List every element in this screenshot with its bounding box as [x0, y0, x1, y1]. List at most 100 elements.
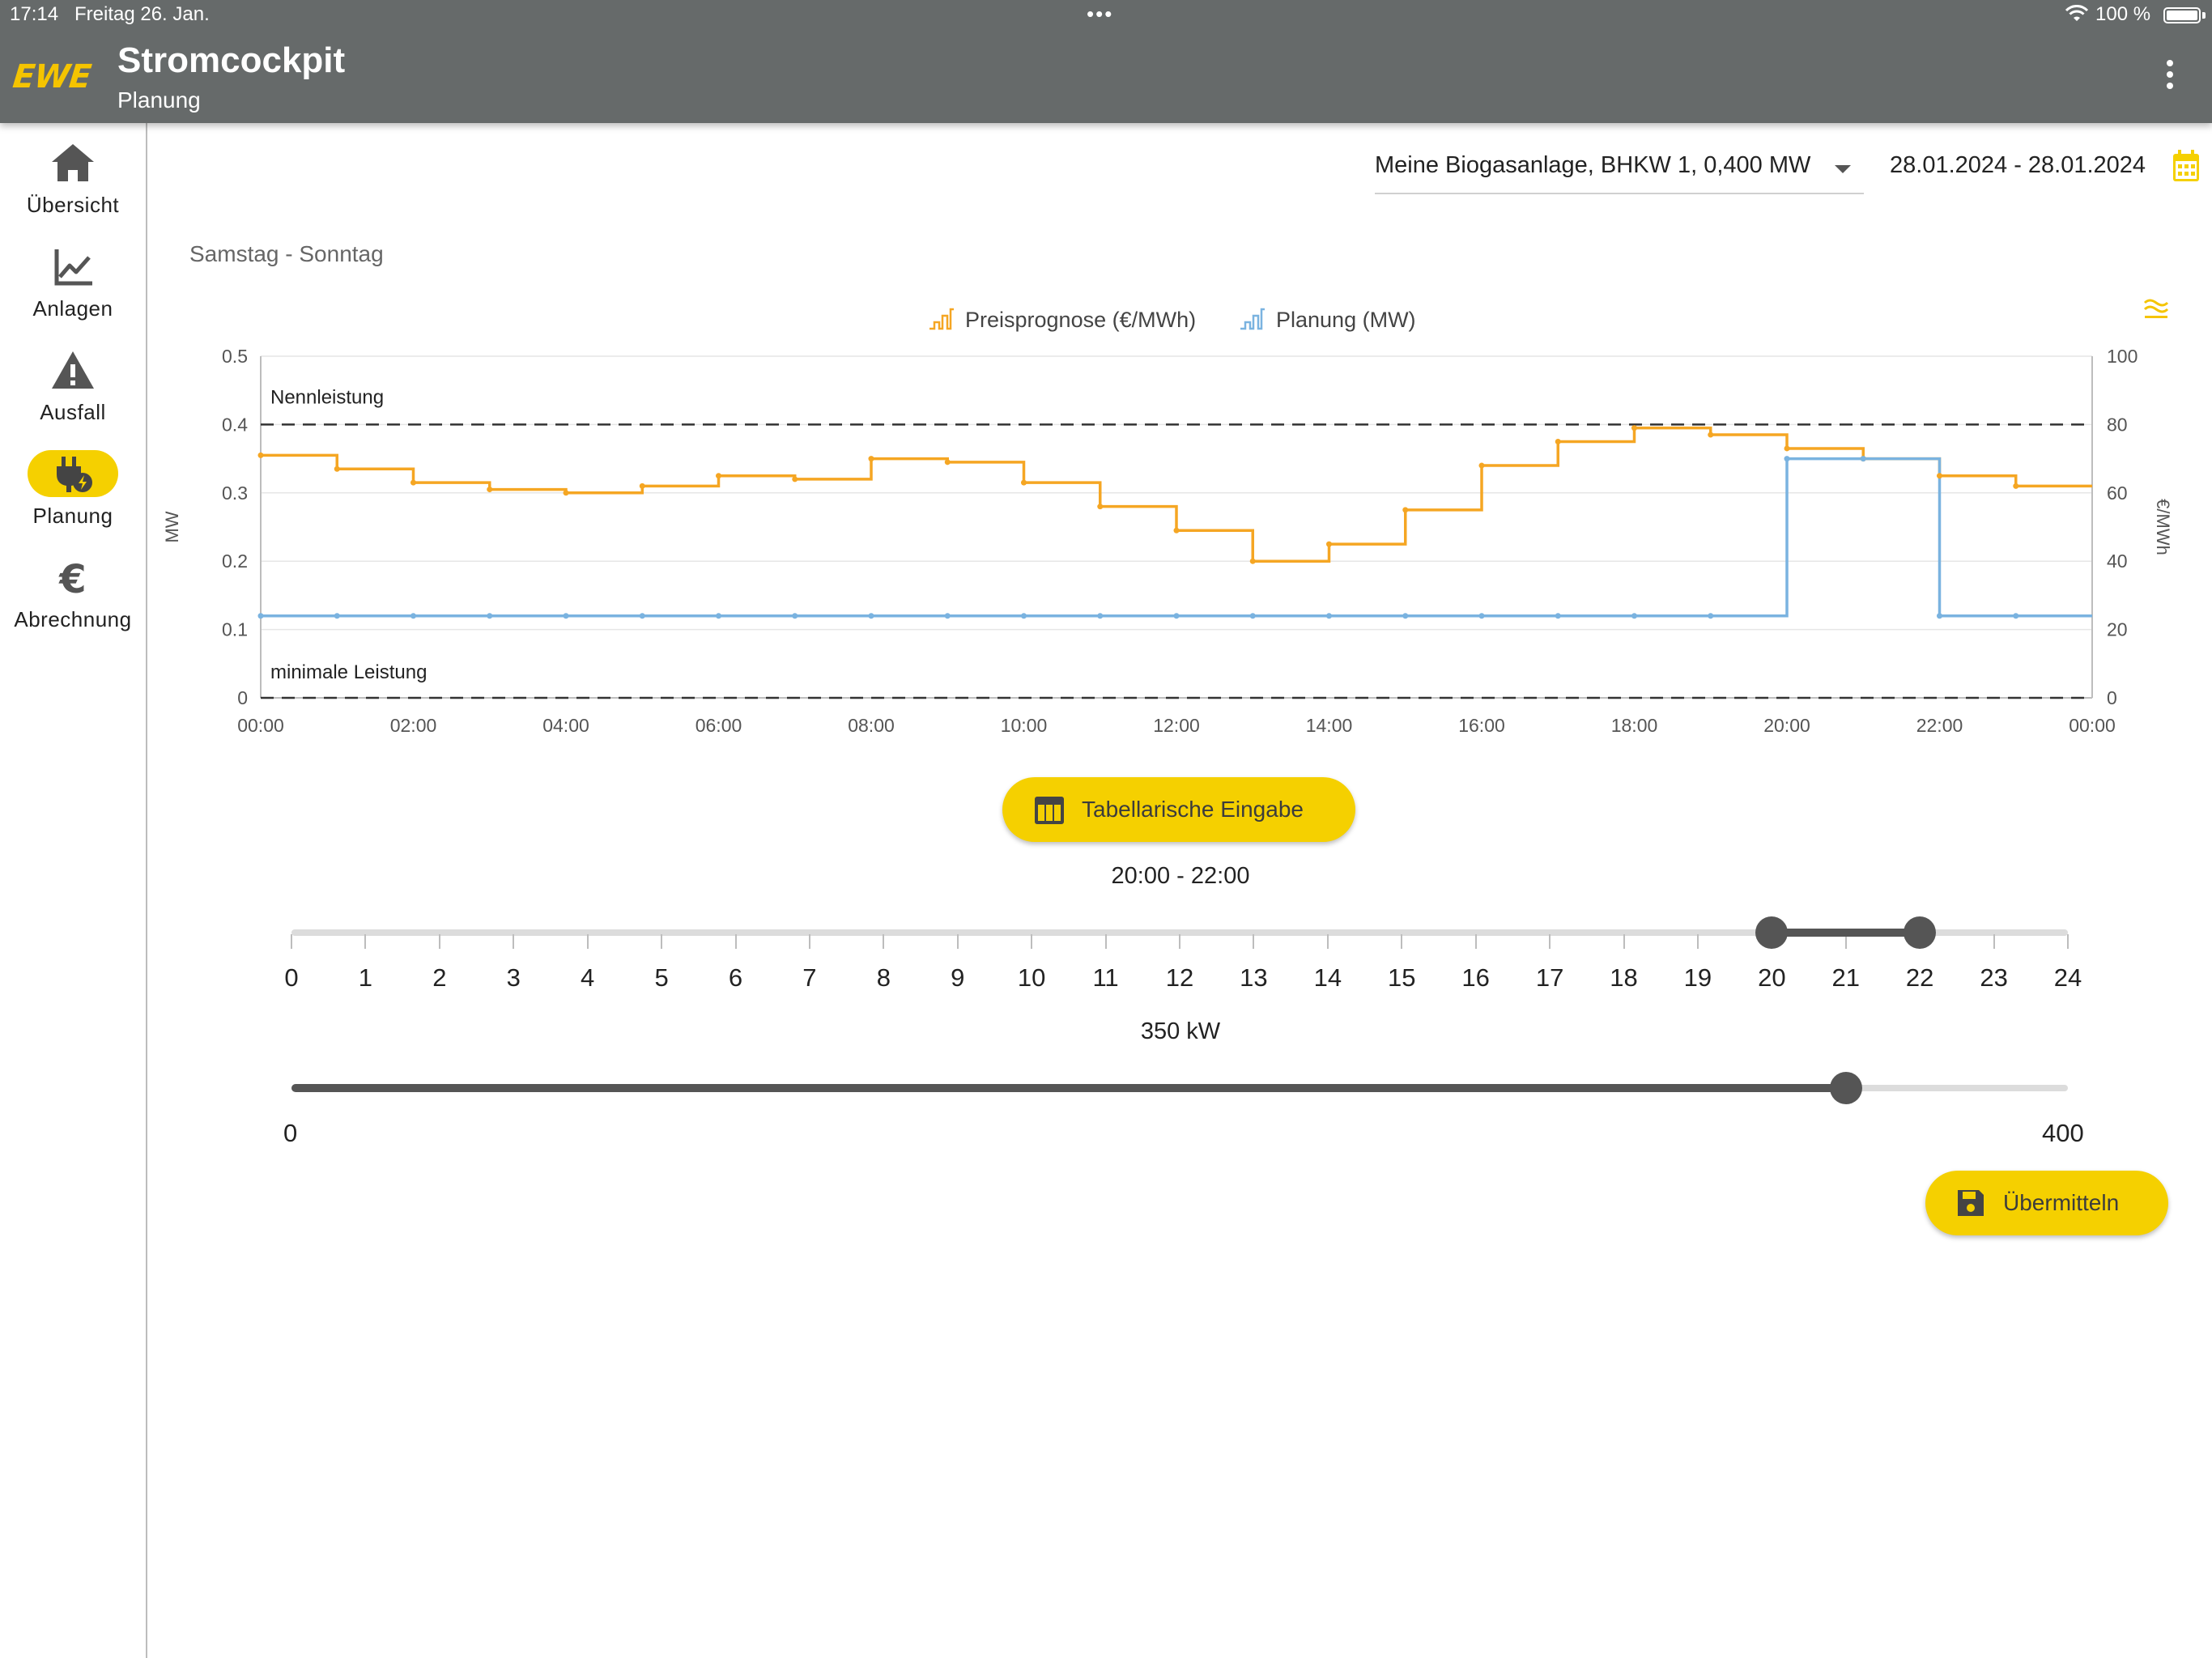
- app-header: 17:14 Freitag 26. Jan. ••• 100 % EWE Str…: [0, 0, 2212, 123]
- price-point: [1937, 473, 1942, 479]
- status-date: Freitag 26. Jan.: [74, 3, 210, 25]
- time-slider-tick-label: 5: [654, 963, 669, 992]
- nav-item-uebersicht[interactable]: Übersicht: [0, 139, 146, 235]
- date-range[interactable]: 28.01.2024 - 28.01.2024: [1890, 152, 2146, 179]
- time-slider-tick: [734, 934, 737, 949]
- ewe-logo: EWE: [11, 58, 93, 96]
- legend-label: Planung (MW): [1276, 308, 1416, 332]
- nav-item-abrechnung[interactable]: € Abrechnung: [0, 554, 146, 649]
- price-point: [944, 459, 951, 466]
- time-slider-tick-label: 18: [1610, 963, 1638, 992]
- price-point: [1631, 425, 1637, 432]
- warning-icon: [45, 346, 100, 395]
- time-slider-start-thumb[interactable]: [1755, 916, 1789, 949]
- time-slider-tick: [661, 934, 663, 949]
- time-slider-tick: [1696, 934, 1699, 949]
- nav-label: Planung: [32, 504, 113, 528]
- euro-icon: €: [45, 554, 100, 602]
- time-slider-tick: [1623, 934, 1625, 949]
- plan-point: [1021, 613, 1027, 619]
- legend-label: Preisprognose (€/MWh): [965, 308, 1197, 332]
- side-navigation: Übersicht Anlagen Ausfall Planung € Abre…: [0, 123, 147, 1658]
- power-min-label: 0: [283, 1119, 298, 1147]
- time-slider-tick: [1179, 934, 1180, 949]
- more-menu-icon[interactable]: [2159, 57, 2181, 97]
- time-slider-tick-label: 17: [1535, 963, 1564, 992]
- price-point: [1173, 527, 1180, 534]
- power-slider-thumb[interactable]: [1829, 1072, 1862, 1104]
- time-slider-tick-label: 1: [358, 963, 373, 992]
- reference-line-label: minimale Leistung: [270, 661, 427, 683]
- plan-point: [792, 613, 798, 619]
- table-input-label: Tabellarische Eingabe: [1082, 797, 1304, 822]
- plant-select[interactable]: Meine Biogasanlage, BHKW 1, 0,400 MW: [1375, 139, 1864, 194]
- y-left-axis-title: MW: [162, 511, 182, 542]
- submit-button[interactable]: Übermitteln: [1925, 1171, 2168, 1235]
- plan-point: [1708, 613, 1714, 619]
- plan-point: [1173, 613, 1180, 619]
- reference-line-label: Nennleistung: [270, 386, 384, 408]
- time-slider-tick-label: 10: [1017, 963, 1046, 992]
- plan-point: [1555, 613, 1561, 619]
- nav-item-planung[interactable]: Planung: [0, 450, 146, 546]
- price-point: [257, 452, 264, 458]
- time-slider-tick-label: 3: [506, 963, 521, 992]
- chart-line-icon: [45, 243, 100, 291]
- plan-point: [1631, 613, 1637, 619]
- x-tick-label: 02:00: [390, 715, 437, 736]
- price-point: [1326, 541, 1332, 547]
- x-tick-label: 12:00: [1153, 715, 1200, 736]
- home-icon: [45, 139, 100, 188]
- nav-item-ausfall[interactable]: Ausfall: [0, 346, 146, 442]
- price-point: [639, 483, 645, 489]
- plan-point: [868, 613, 874, 619]
- nav-item-anlagen[interactable]: Anlagen: [0, 243, 146, 338]
- price-point: [1784, 445, 1790, 452]
- time-slider-tick: [2067, 934, 2069, 949]
- price-point: [716, 473, 721, 479]
- time-slider-tick-label: 11: [1092, 963, 1119, 992]
- plan-point: [410, 613, 416, 619]
- time-slider-end-thumb[interactable]: [1904, 916, 1937, 949]
- time-slider-tick-label: 9: [951, 963, 965, 992]
- nav-label: Abrechnung: [14, 607, 132, 631]
- nav-label: Ausfall: [40, 400, 106, 424]
- battery-icon: [2163, 7, 2201, 23]
- x-tick-label: 10:00: [1001, 715, 1048, 736]
- time-slider-tick-label: 20: [1758, 963, 1786, 992]
- y-left-tick-label: 0: [237, 687, 248, 708]
- price-point: [563, 490, 569, 496]
- multitasking-dots[interactable]: •••: [1087, 2, 1113, 27]
- time-slider-tick: [364, 934, 367, 949]
- chevron-down-icon: [1835, 165, 1851, 173]
- plan-point: [2013, 613, 2019, 619]
- time-slider-tick: [1326, 934, 1329, 949]
- plan-point: [334, 613, 340, 619]
- time-slider-tick-label: 7: [802, 963, 817, 992]
- y-left-tick-label: 0.3: [222, 483, 248, 504]
- chart-options-icon[interactable]: [2142, 295, 2170, 324]
- legend-item-price[interactable]: Preisprognose (€/MWh): [928, 308, 1196, 333]
- x-tick-label: 00:00: [237, 715, 284, 736]
- time-slider-tick: [1104, 934, 1107, 949]
- price-point: [1555, 439, 1561, 444]
- price-point: [410, 479, 416, 486]
- table-input-button[interactable]: Tabellarische Eingabe: [1002, 777, 1355, 842]
- legend-item-plan[interactable]: Planung (MW): [1239, 308, 1416, 333]
- plan-point: [1402, 613, 1409, 619]
- battery-percent: 100 %: [2095, 3, 2151, 25]
- calendar-icon[interactable]: [2172, 149, 2201, 183]
- time-slider-tick-label: 14: [1313, 963, 1342, 992]
- plan-point: [1326, 613, 1332, 619]
- time-slider-tick-label: 8: [876, 963, 891, 992]
- time-slider-tick: [1401, 934, 1403, 949]
- y-right-tick-label: 0: [2107, 687, 2117, 708]
- price-point: [1402, 507, 1409, 513]
- price-point: [1021, 479, 1027, 486]
- plan-point: [1478, 613, 1485, 619]
- x-tick-label: 06:00: [696, 715, 742, 736]
- time-slider-tick-label: 21: [1831, 963, 1860, 992]
- price-point: [487, 487, 493, 493]
- price-point: [1478, 462, 1485, 469]
- price-point: [1708, 432, 1714, 438]
